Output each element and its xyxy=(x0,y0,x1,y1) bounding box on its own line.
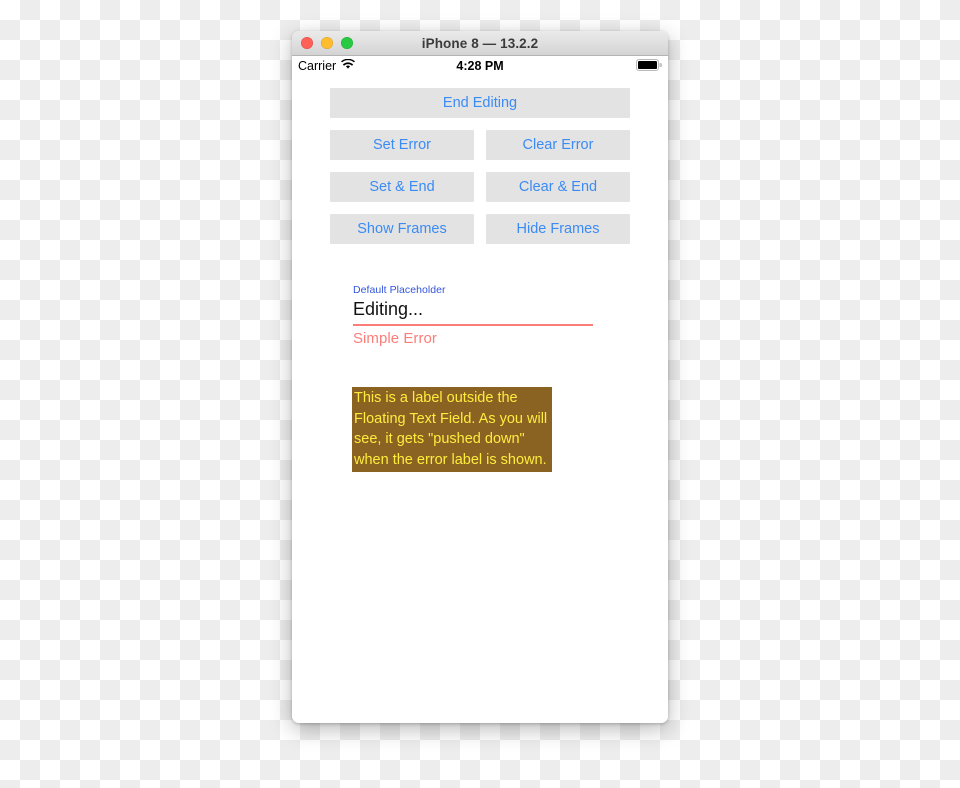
button-stack: End Editing Set Error Clear Error Set & … xyxy=(330,88,630,244)
app-content-area: End Editing Set Error Clear Error Set & … xyxy=(292,76,668,723)
button-row-1: End Editing xyxy=(330,88,630,118)
set-and-end-button[interactable]: Set & End xyxy=(330,172,474,202)
field-placeholder-label: Default Placeholder xyxy=(353,284,446,296)
end-editing-button[interactable]: End Editing xyxy=(330,88,630,118)
field-error-label: Simple Error xyxy=(353,330,437,347)
traffic-light-group xyxy=(292,37,353,49)
field-underline xyxy=(353,324,593,326)
show-frames-button[interactable]: Show Frames xyxy=(330,214,474,244)
outside-label: This is a label outside the Floating Tex… xyxy=(352,387,552,472)
ios-status-bar: Carrier 4:28 PM xyxy=(292,56,668,76)
simulator-window: iPhone 8 — 13.2.2 Carrier 4:28 PM End Ed… xyxy=(292,31,668,723)
floating-text-field[interactable]: Default Placeholder Editing... Simple Er… xyxy=(353,284,593,349)
button-row-3: Set & End Clear & End xyxy=(330,172,630,202)
close-button-icon[interactable] xyxy=(301,37,313,49)
clear-error-button[interactable]: Clear Error xyxy=(486,130,630,160)
set-error-button[interactable]: Set Error xyxy=(330,130,474,160)
field-value-text[interactable]: Editing... xyxy=(353,298,593,321)
hide-frames-button[interactable]: Hide Frames xyxy=(486,214,630,244)
window-titlebar: iPhone 8 — 13.2.2 xyxy=(292,31,668,56)
zoom-button-icon[interactable] xyxy=(341,37,353,49)
clear-and-end-button[interactable]: Clear & End xyxy=(486,172,630,202)
status-bar-time: 4:28 PM xyxy=(456,59,504,73)
minimize-button-icon[interactable] xyxy=(321,37,333,49)
button-row-4: Show Frames Hide Frames xyxy=(330,214,630,244)
button-row-2: Set Error Clear Error xyxy=(330,130,630,160)
